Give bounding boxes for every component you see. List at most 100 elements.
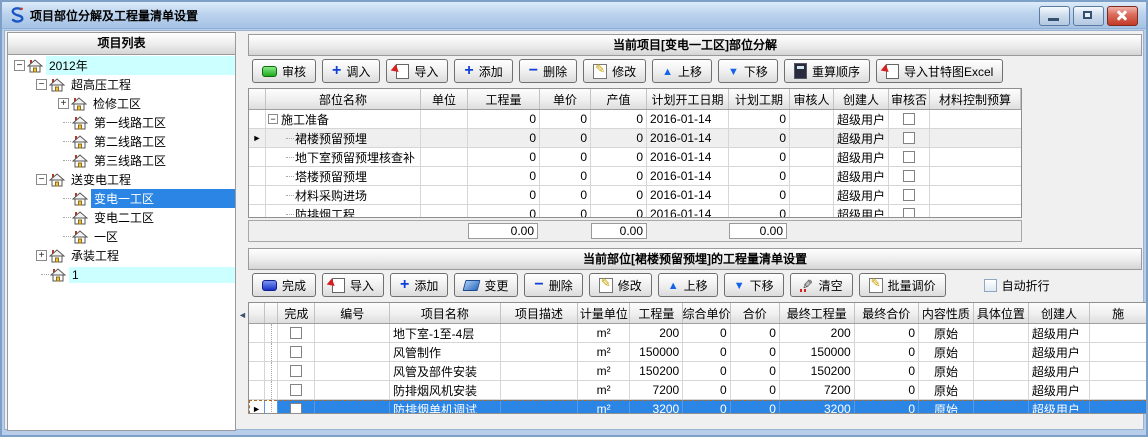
change-button[interactable]: 变更 [454,273,518,297]
delete-button[interactable]: 删除 [519,59,577,83]
import-gantt-excel-button[interactable]: 导入甘特图Excel [876,59,1003,83]
tree-node-line1[interactable]: 第一线路工区 [8,113,235,132]
column-header[interactable]: 审核人 [790,89,834,109]
load-in-button[interactable]: 调入 [322,59,380,83]
panel-splitter[interactable]: ◄ [238,32,247,431]
tree-node-1[interactable]: 1 [8,265,235,284]
tree-node-label[interactable]: 送变电工程 [68,170,235,189]
table-row[interactable]: 材料采购进场 0 0 0 2016-01-14 0 超级用户 [249,186,1021,205]
column-header[interactable]: 单位 [421,89,468,109]
done-checkbox[interactable] [290,365,302,377]
column-header[interactable]: 内容性质 [919,303,974,323]
column-header[interactable]: 材料控制预算 [930,89,1021,109]
clear-button[interactable]: 清空 [790,273,853,297]
add-button[interactable]: 添加 [454,59,512,83]
tree-node-chaogaoya[interactable]: 超高压工程 [8,75,235,94]
maximize-button[interactable] [1073,6,1104,26]
column-header[interactable]: 产值 [591,89,647,109]
recalc-order-button[interactable]: 重算顺序 [784,59,870,83]
column-header[interactable]: 最终合价 [855,303,919,323]
tree-node-jianxiu[interactable]: 检修工区 [8,94,235,113]
finish-button[interactable]: 完成 [252,273,316,297]
audited-checkbox[interactable] [903,113,915,125]
tree-node-label[interactable]: 第三线路工区 [91,151,235,170]
audited-checkbox[interactable] [903,189,915,201]
close-button[interactable] [1107,6,1138,26]
add-button[interactable]: 添加 [390,273,448,297]
autowrap-option[interactable]: 自动折行 [984,277,1050,294]
tree-node-2012[interactable]: 2012年 [8,56,235,75]
tree-node-label[interactable]: 变电一工区 [91,189,235,208]
tree-node-label[interactable]: 第二线路工区 [91,132,235,151]
column-header[interactable]: 具体位置 [974,303,1029,323]
collapse-minus-icon[interactable] [14,60,25,71]
column-header[interactable]: 工程量 [630,303,683,323]
table-row[interactable]: 防排烟工程 0 0 0 2016-01-14 0 超级用户 [249,205,1021,218]
column-header[interactable]: 审核否 [889,89,930,109]
tree-node-label[interactable]: 第一线路工区 [91,113,235,132]
audited-checkbox[interactable] [903,208,915,218]
tree-node-line2[interactable]: 第二线路工区 [8,132,235,151]
column-header[interactable]: 部位名称 [266,89,421,109]
tree-node-songbiandian[interactable]: 送变电工程 [8,170,235,189]
move-down-button[interactable]: 下移 [724,273,784,297]
column-header[interactable]: 单价 [540,89,591,109]
audited-checkbox[interactable] [903,151,915,163]
done-checkbox[interactable] [290,384,302,396]
table-row-current[interactable]: ► 裙楼预留预埋 0 0 0 2016-01-14 0 超级用户 [249,129,1021,148]
tree-node-label[interactable]: 超高压工程 [68,75,235,94]
tree-node-label[interactable]: 变电二工区 [91,208,235,227]
column-header[interactable]: 计划开工日期 [647,89,729,109]
column-header[interactable]: 编号 [315,303,390,323]
modify-button[interactable]: 修改 [589,273,652,297]
table-row[interactable]: 施工准备 0 0 0 2016-01-14 0 超级用户 [249,110,1021,129]
move-down-button[interactable]: 下移 [718,59,778,83]
done-checkbox[interactable] [290,403,302,414]
column-header[interactable]: 计量单位 [578,303,630,323]
collapse-minus-icon[interactable] [36,174,47,185]
done-checkbox[interactable] [290,327,302,339]
tree-node-chengzhuang[interactable]: 承装工程 [8,246,235,265]
delete-button[interactable]: 删除 [524,273,582,297]
column-header[interactable]: 计划工期 [729,89,790,109]
table-row[interactable]: 风管制作 m² 150000 0 0 150000 0 原始 超级用户 [249,343,1147,362]
project-tree[interactable]: 2012年 超高压工程 检修工区 第一线路工区 第二线路工区 [8,56,235,430]
column-header[interactable]: 工程量 [468,89,540,109]
title-bar[interactable]: 项目部位分解及工程量清单设置 [2,2,1146,29]
modify-button[interactable]: 修改 [583,59,646,83]
move-up-button[interactable]: 上移 [652,59,712,83]
audited-checkbox[interactable] [903,132,915,144]
column-header[interactable]: 创建人 [1029,303,1091,323]
table-row[interactable]: 塔楼预留预埋 0 0 0 2016-01-14 0 超级用户 [249,167,1021,186]
batch-price-button[interactable]: 批量调价 [859,273,946,297]
minimize-button[interactable] [1039,6,1070,26]
collapse-left-icon[interactable]: ◄ [238,310,247,320]
expand-plus-icon[interactable] [58,98,69,109]
table-row-selected[interactable]: ► 防排烟单机调试 m² 3200 0 0 3200 0 原始 超级用户 [249,400,1147,414]
tree-node-yiqu[interactable]: 一区 [8,227,235,246]
tree-node-line3[interactable]: 第三线路工区 [8,151,235,170]
audit-button[interactable]: 审核 [252,59,316,83]
move-up-button[interactable]: 上移 [658,273,718,297]
tree-node-label[interactable]: 承装工程 [68,246,235,265]
table-row[interactable]: 防排烟风机安装 m² 7200 0 0 7200 0 原始 超级用户 [249,381,1147,400]
column-header[interactable]: 综合单价 [683,303,730,323]
import-button[interactable]: 导入 [322,273,384,297]
tree-node-label[interactable]: 一区 [91,227,235,246]
tree-node-biandian1-selected[interactable]: 变电一工区 [8,189,235,208]
column-header[interactable]: 最终工程量 [780,303,855,323]
autowrap-checkbox[interactable] [984,279,997,292]
import-button[interactable]: 导入 [386,59,448,83]
column-header[interactable]: 项目名称 [390,303,501,323]
table-row[interactable]: 风管及部件安装 m² 150200 0 0 150200 0 原始 超级用户 [249,362,1147,381]
tree-node-label[interactable]: 检修工区 [90,94,235,113]
expand-plus-icon[interactable] [36,250,47,261]
column-header[interactable]: 创建人 [834,89,889,109]
tree-node-biandian2[interactable]: 变电二工区 [8,208,235,227]
done-checkbox[interactable] [290,346,302,358]
tree-node-label[interactable]: 2012年 [46,56,235,75]
tree-node-label[interactable]: 1 [69,267,235,283]
collapse-minus-icon[interactable] [268,114,278,124]
column-header[interactable]: 合价 [731,303,780,323]
column-header[interactable]: 项目描述 [501,303,579,323]
